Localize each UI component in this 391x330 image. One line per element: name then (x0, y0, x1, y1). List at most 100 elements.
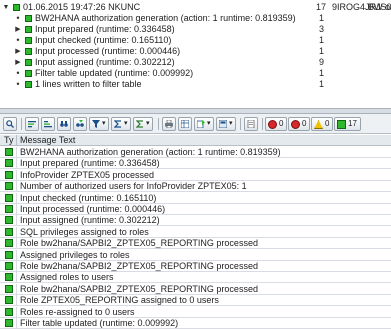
toolbar-separator (240, 118, 241, 130)
total-button[interactable]: ▾ (111, 117, 131, 131)
success-filter-button[interactable]: 17 (334, 117, 361, 131)
table-layout-icon (181, 120, 189, 128)
tree-row-text: BW2HANA authorization generation (action… (35, 13, 296, 23)
success-status-icon (5, 273, 13, 282)
view-button[interactable]: ▾ (216, 117, 236, 131)
tree-row-count: 1 (318, 13, 324, 23)
chevron-down-icon: ▾ (102, 120, 106, 127)
column-header-type[interactable]: Ty (4, 135, 14, 146)
expand-icon[interactable]: ▶ (14, 24, 22, 35)
tree-row-count: 1 (318, 79, 324, 89)
tree-row-text: 1 lines written to filter table (35, 79, 142, 89)
success-status-icon (5, 239, 13, 248)
message-row[interactable]: Role ZPTEX05_REPORTING assigned to 0 use… (0, 295, 391, 307)
subtotal-button[interactable]: ▾ (133, 117, 153, 131)
errors-filter-button[interactable]: 0 (265, 117, 288, 131)
message-row[interactable]: Assigned privileges to roles (0, 249, 391, 261)
message-text: Input prepared (runtime: 0.336458) (20, 158, 160, 169)
leaf-bullet-icon: • (16, 13, 20, 23)
leaf-bullet-icon: • (16, 68, 20, 78)
toolbar-separator (262, 118, 263, 130)
success-led-icon (25, 37, 32, 44)
success-status-icon (5, 319, 13, 327)
message-row[interactable]: Role bw2hana/SAPBI2_ZPTEX05_REPORTING pr… (0, 283, 391, 295)
tree-row[interactable]: • Input checked (runtime: 0.165110) 1 (0, 35, 391, 46)
tree-row[interactable]: • 1 lines written to filter table 1 (0, 79, 391, 90)
message-text: Filter table updated (runtime: 0.009992) (20, 318, 179, 328)
message-row[interactable]: Filter table updated (runtime: 0.009992) (0, 318, 391, 329)
tree-row[interactable]: ▶ Input processed (runtime: 0.000446) 1 (0, 46, 391, 57)
filter-button[interactable]: ▾ (89, 117, 109, 131)
column-divider (16, 158, 17, 170)
message-row[interactable]: Input assigned (runtime: 0.302212) (0, 215, 391, 227)
view-icon (219, 120, 227, 128)
sort-ascending-button[interactable] (25, 117, 39, 131)
column-divider (16, 169, 17, 181)
message-row[interactable]: Assigned roles to users (0, 272, 391, 284)
find-next-button[interactable] (73, 117, 87, 131)
tree-row[interactable]: • Filter table updated (runtime: 0.009992… (0, 68, 391, 79)
success-count: 17 (348, 119, 357, 128)
expand-icon[interactable]: ▶ (14, 46, 22, 57)
message-row[interactable]: Role bw2hana/SAPBI2_ZPTEX05_REPORTING pr… (0, 261, 391, 272)
sort-descending-button[interactable] (41, 117, 55, 131)
sort-descending-icon (44, 121, 52, 128)
message-text: SQL privileges assigned to roles (20, 226, 149, 237)
column-divider (16, 272, 17, 284)
message-row[interactable]: BW2HANA authorization generation (action… (0, 147, 391, 158)
leaf-bullet-icon: • (16, 79, 20, 89)
stop-count: 0 (302, 119, 307, 128)
message-text: Roles re-assigned to 0 users (20, 306, 135, 317)
success-status-icon (5, 284, 13, 293)
column-divider (16, 249, 17, 261)
details-button[interactable] (3, 117, 17, 131)
column-divider (16, 181, 17, 193)
find-next-icon (76, 120, 84, 127)
message-row[interactable]: SQL privileges assigned to roles (0, 226, 391, 238)
success-status-icon (5, 216, 13, 225)
message-row[interactable]: Input checked (runtime: 0.165110) (0, 192, 391, 204)
success-led-icon (25, 70, 32, 77)
column-divider (16, 306, 17, 318)
tree-row[interactable]: ▶ Input assigned (runtime: 0.302212) 9 (0, 57, 391, 68)
message-row[interactable]: Role bw2hana/SAPBI2_ZPTEX05_REPORTING pr… (0, 238, 391, 250)
success-led-icon (25, 59, 32, 66)
column-header-message-text[interactable]: Message Text (20, 135, 75, 146)
tree-row[interactable]: • BW2HANA authorization generation (actio… (0, 13, 391, 24)
stop-filter-button[interactable]: 0 (288, 117, 311, 131)
success-status-icon (5, 250, 13, 259)
print-button[interactable] (162, 117, 176, 131)
layout-button[interactable] (178, 117, 192, 131)
binoculars-icon (60, 121, 68, 127)
log-tree-panel: ▼01.06.2015 19:47:26 NKUNC179IROG4JRJS0F… (0, 0, 391, 108)
chevron-down-icon: ▾ (146, 120, 150, 127)
message-text: InfoProvider ZPTEX05 processed (20, 169, 155, 180)
message-row[interactable]: Input prepared (runtime: 0.336458) (0, 158, 391, 170)
tree-row[interactable]: ▶ Input prepared (runtime: 0.336458) 3 (0, 24, 391, 35)
sort-ascending-icon (28, 121, 36, 128)
column-divider (16, 215, 17, 227)
errors-count: 0 (279, 119, 284, 128)
message-text: Assigned roles to users (20, 272, 114, 283)
message-row[interactable]: InfoProvider ZPTEX05 processed (0, 169, 391, 181)
tree-row-extra: BW on (368, 2, 391, 12)
tree-row-count: 9 (318, 57, 324, 67)
column-divider (16, 147, 17, 158)
collapse-icon[interactable]: ▼ (2, 2, 10, 13)
tree-row[interactable]: ▼01.06.2015 19:47:26 NKUNC179IROG4JRJS0F… (0, 2, 391, 13)
message-row[interactable]: Input processed (runtime: 0.000446) (0, 204, 391, 215)
export-button[interactable]: ▾ (194, 117, 214, 131)
info-button[interactable] (244, 117, 258, 131)
message-text: Role bw2hana/SAPBI2_ZPTEX05_REPORTING pr… (20, 261, 258, 271)
column-divider (16, 261, 17, 272)
success-status-icon (5, 296, 13, 305)
tree-row-text: Input processed (runtime: 0.000446) (35, 46, 181, 56)
message-row[interactable]: Roles re-assigned to 0 users (0, 306, 391, 318)
warnings-filter-button[interactable]: 0 (311, 117, 334, 131)
message-text: Number of authorized users for InfoProvi… (20, 181, 247, 192)
stop-icon (291, 120, 300, 129)
column-divider (16, 283, 17, 295)
expand-icon[interactable]: ▶ (14, 57, 22, 68)
find-button[interactable] (57, 117, 71, 131)
message-row[interactable]: Number of authorized users for InfoProvi… (0, 181, 391, 193)
